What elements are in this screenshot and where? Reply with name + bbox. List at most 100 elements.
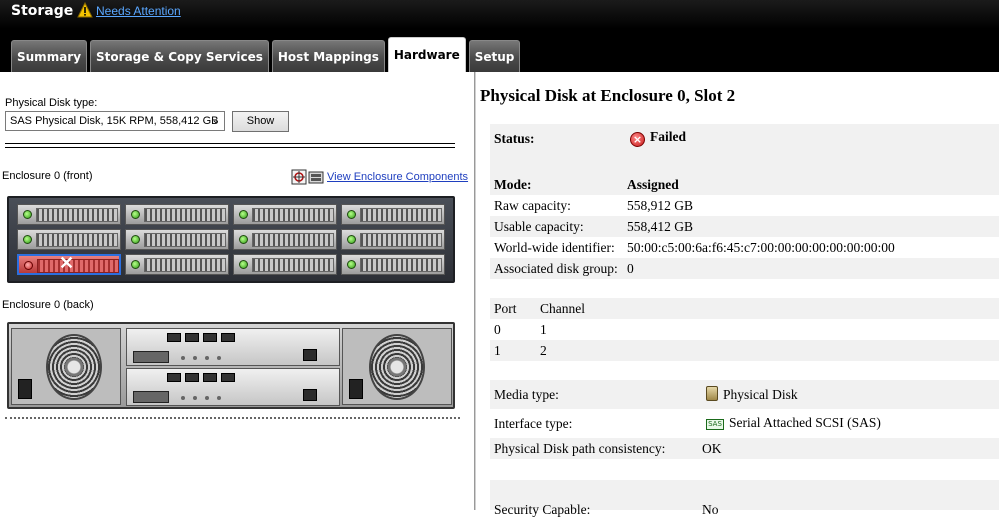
usable-capacity-row: Usable capacity: 558,412 GB	[490, 216, 999, 237]
port-header: Port	[494, 301, 517, 316]
status-led-icon	[23, 210, 32, 219]
spacer-row	[490, 279, 999, 300]
drive-grill	[360, 233, 442, 247]
status-value: × Failed	[630, 129, 686, 147]
drive-grill	[36, 208, 118, 222]
disk-properties-panel: Physical Disk at Enclosure 0, Slot 2 Sta…	[476, 72, 999, 517]
disk-slot[interactable]	[341, 229, 445, 250]
led-dot	[205, 356, 209, 360]
disk-slot[interactable]	[233, 229, 337, 250]
port-cell: 1	[494, 343, 501, 358]
drive-grill	[360, 208, 442, 222]
hardware-view-panel: Physical Disk type: SAS Physical Disk, 1…	[0, 72, 474, 510]
media-type-text: Physical Disk	[723, 387, 798, 402]
tab-host-mappings[interactable]: Host Mappings	[271, 40, 385, 72]
media-type-row: Media type: Physical Disk	[490, 380, 999, 409]
disk-slot[interactable]	[233, 204, 337, 225]
led-dot	[181, 356, 185, 360]
raw-capacity-row: Raw capacity: 558,912 GB	[490, 195, 999, 216]
port-icon	[167, 373, 181, 382]
enclosure-back-label: Enclosure 0 (back)	[2, 299, 94, 311]
power-supply-left[interactable]	[11, 328, 121, 405]
assoc-disk-group-value: 0	[627, 261, 634, 276]
drive-grill	[252, 233, 334, 247]
drive-grill	[144, 208, 226, 222]
status-row: Status: × Failed	[490, 124, 999, 153]
ethernet-port-icon	[303, 349, 317, 361]
drive-grill	[252, 258, 334, 272]
drive-grill	[36, 233, 118, 247]
tab-setup[interactable]: Setup	[468, 40, 521, 72]
media-type-key: Media type:	[494, 387, 559, 402]
disk-slot[interactable]	[125, 204, 229, 225]
divider	[5, 143, 455, 148]
mode-row: Mode: Assigned	[490, 174, 999, 195]
disk-slot[interactable]	[17, 229, 121, 250]
port-icon	[167, 333, 181, 342]
usable-capacity-key: Usable capacity:	[494, 219, 584, 234]
status-led-icon	[23, 235, 32, 244]
status-led-icon	[131, 235, 140, 244]
status-led-icon	[24, 261, 33, 270]
port-icon	[185, 333, 199, 342]
disk-type-label: Physical Disk type:	[5, 97, 98, 109]
status-led-icon	[239, 210, 248, 219]
disk-slot[interactable]	[125, 229, 229, 250]
path-consistency-row: Physical Disk path consistency: OK	[490, 438, 999, 459]
enclosure-front-label: Enclosure 0 (front)	[2, 170, 93, 182]
status-led-icon	[131, 210, 140, 219]
disk-slot[interactable]	[233, 254, 337, 275]
status-led-icon	[239, 235, 248, 244]
mode-key: Mode:	[494, 177, 532, 192]
needs-attention-link[interactable]: Needs Attention	[96, 4, 181, 18]
disk-slot[interactable]	[341, 254, 445, 275]
disk-slot[interactable]	[125, 254, 229, 275]
raw-capacity-key: Raw capacity:	[494, 198, 571, 213]
drive-grill	[360, 258, 442, 272]
interface-type-key: Interface type:	[494, 416, 573, 431]
physical-disk-icon	[706, 386, 718, 401]
fan-icon	[369, 334, 425, 400]
enclosure-components-icon[interactable]	[291, 169, 325, 185]
disk-type-select[interactable]: SAS Physical Disk, 15K RPM, 558,412 GB ⌄	[5, 111, 225, 131]
top-bar: Storage Needs Attention Summary Storage …	[0, 0, 999, 72]
status-led-icon	[239, 260, 248, 269]
led-dot	[181, 396, 185, 400]
assoc-disk-group-key: Associated disk group:	[494, 261, 618, 276]
tab-hardware[interactable]: Hardware	[387, 37, 466, 72]
led-dot	[193, 396, 197, 400]
enclosure-front: ✕	[7, 196, 455, 283]
security-capable-value: No	[702, 502, 719, 517]
disk-type-value: SAS Physical Disk, 15K RPM, 558,412 GB	[10, 115, 219, 127]
table-row: 0 1	[490, 319, 999, 340]
usable-capacity-value: 558,412 GB	[627, 219, 694, 234]
wwid-key: World-wide identifier:	[494, 240, 615, 255]
disk-slot[interactable]	[341, 204, 445, 225]
power-switch-icon	[18, 379, 32, 399]
show-button[interactable]: Show	[232, 111, 289, 132]
status-led-icon	[347, 235, 356, 244]
drive-grill	[252, 208, 334, 222]
spacer-row	[490, 361, 999, 382]
chevron-down-icon: ⌄	[211, 115, 220, 126]
power-supply-right[interactable]	[342, 328, 452, 405]
tab-summary[interactable]: Summary	[11, 40, 88, 72]
wwid-value: 50:00:c5:00:6a:f6:45:c7:00:00:00:00:00:0…	[627, 240, 895, 255]
status-key: Status:	[494, 131, 535, 146]
interface-type-text: Serial Attached SCSI (SAS)	[729, 415, 881, 430]
fan-icon	[46, 334, 102, 400]
sfp-port-icon	[133, 351, 169, 363]
disk-slot[interactable]	[17, 204, 121, 225]
divider	[5, 417, 460, 419]
tab-storage-copy-services[interactable]: Storage & Copy Services	[90, 40, 269, 72]
drive-grill	[144, 258, 226, 272]
status-text: Failed	[650, 129, 686, 144]
port-icon	[185, 373, 199, 382]
enclosure-back	[7, 322, 455, 409]
wwid-row: World-wide identifier: 50:00:c5:00:6a:f6…	[490, 237, 999, 258]
view-enclosure-components-link[interactable]: View Enclosure Components	[327, 171, 468, 183]
controller-bottom[interactable]	[126, 368, 340, 406]
warning-icon	[77, 2, 93, 18]
disk-slot-failed-selected[interactable]: ✕	[17, 253, 121, 275]
controller-top[interactable]	[126, 328, 340, 366]
